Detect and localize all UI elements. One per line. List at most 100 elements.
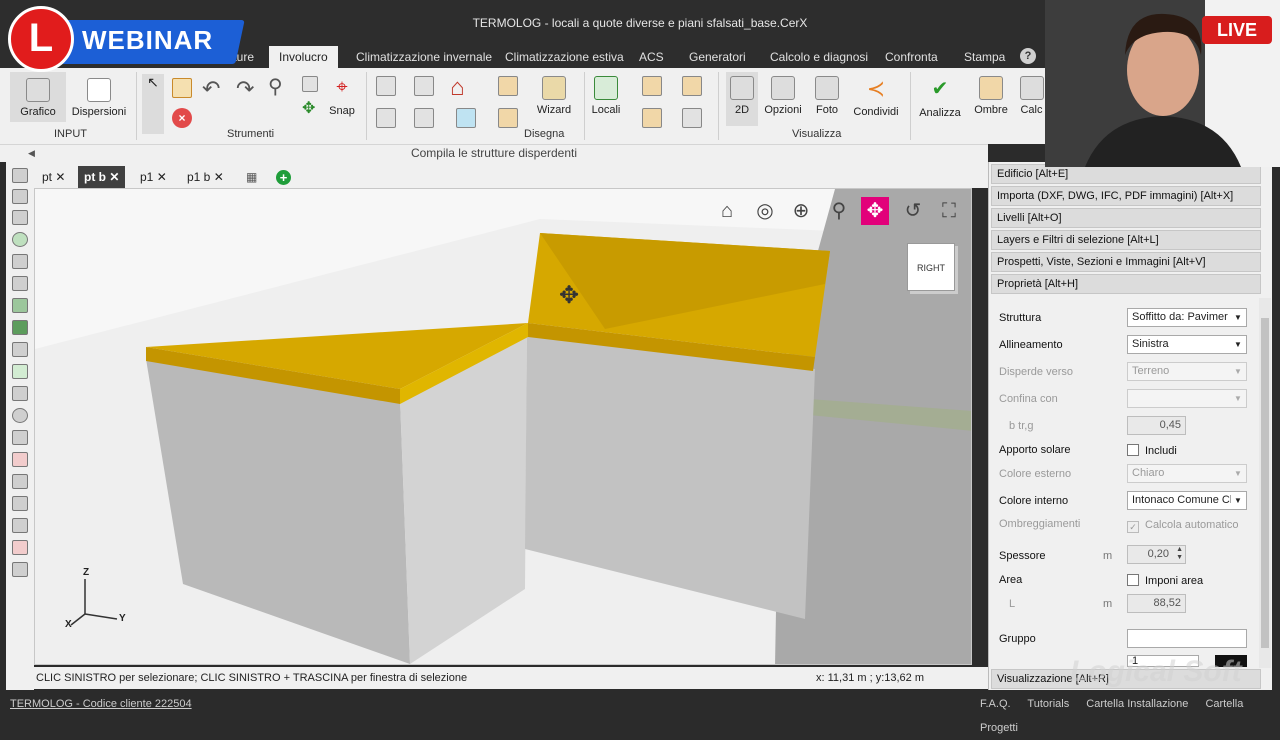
building-icon[interactable] <box>682 76 702 96</box>
move-icon[interactable]: ✥ <box>302 98 315 118</box>
zoom-extents-icon[interactable]: ⊕ <box>787 197 815 225</box>
spessore-field[interactable]: 0,20 ▲ ▼ <box>1127 545 1186 564</box>
add-tab-icon[interactable]: + <box>276 170 291 185</box>
pan-icon[interactable]: ✥ <box>861 197 889 225</box>
imponi-area-checkbox[interactable]: Imponi area <box>1127 574 1203 587</box>
tool-icon[interactable] <box>12 496 28 511</box>
opzioni-button[interactable]: Opzioni <box>762 76 804 124</box>
colore-interno-select[interactable]: Intonaco Comune Cl ▼ <box>1127 491 1247 510</box>
tab-climatizzazione-estiva[interactable]: Climatizzazione estiva <box>495 46 634 68</box>
select-pointer-button[interactable]: ↖ <box>142 74 164 134</box>
ombre-button[interactable]: Ombre <box>970 76 1012 124</box>
section-proprieta[interactable]: Proprietà [Alt+H] <box>991 274 1261 294</box>
client-code-link[interactable]: TERMOLOG - Codice cliente 222504 <box>10 692 192 716</box>
tab-climatizzazione-invernale[interactable]: Climatizzazione invernale <box>346 46 502 68</box>
close-icon[interactable]: ✕ <box>157 170 167 184</box>
view-tab-pt[interactable]: pt ✕ <box>36 166 71 188</box>
zoom-icon[interactable]: ⚲ <box>268 74 283 99</box>
btr-field[interactable]: 0,45 <box>1127 416 1186 435</box>
tab-generatori[interactable]: Generatori <box>679 46 756 68</box>
reset-view-icon[interactable]: ↺ <box>899 197 927 225</box>
tab-acs[interactable]: ACS <box>629 46 674 68</box>
tool-icon[interactable] <box>12 474 28 489</box>
section-livelli[interactable]: Livelli [Alt+O] <box>991 208 1261 228</box>
delete-icon[interactable]: × <box>172 108 192 128</box>
undo-icon[interactable]: ↶ <box>202 76 220 102</box>
analizza-button[interactable]: ✔ Analizza <box>916 76 964 124</box>
struttura-select[interactable]: Soffitto da: Pavimer ▼ <box>1127 308 1247 327</box>
2d-button[interactable]: 2D <box>726 72 758 126</box>
close-icon[interactable]: ✕ <box>109 170 119 184</box>
collapse-arrow-icon[interactable]: ◀ <box>28 145 35 162</box>
object-icon[interactable] <box>682 108 702 128</box>
tab-involucro[interactable]: Involucro <box>269 46 338 68</box>
tool-icon[interactable] <box>12 168 28 183</box>
tool-icon[interactable] <box>12 562 28 577</box>
installazione-link[interactable]: Cartella Installazione <box>1086 698 1188 710</box>
colore-esterno-select[interactable]: Chiaro ▼ <box>1127 464 1247 483</box>
spinner-icon[interactable]: ▲ ▼ <box>1176 546 1183 562</box>
3d-viewport[interactable]: ✥ ⌂ ◎ ⊕ ⚲ ✥ ↺ ⛶ RIGHT Z Y X <box>34 188 972 665</box>
zoom-window-icon[interactable] <box>302 76 318 92</box>
tool-icon[interactable] <box>12 540 28 555</box>
tool-icon[interactable] <box>12 518 28 533</box>
gruppo-input[interactable] <box>1127 629 1247 648</box>
orbit-icon[interactable]: ◎ <box>751 197 779 225</box>
grid-view-icon[interactable]: ▦ <box>240 166 263 188</box>
zoom-icon[interactable]: ⚲ <box>825 197 853 225</box>
tool-icon[interactable] <box>12 364 28 379</box>
tutorials-link[interactable]: Tutorials <box>1027 698 1069 710</box>
scrollbar-thumb[interactable] <box>1261 318 1269 648</box>
view-cube[interactable]: RIGHT <box>907 243 955 291</box>
tool-icon[interactable] <box>12 232 28 247</box>
close-icon[interactable]: ✕ <box>214 170 224 184</box>
view-tab-p1-b[interactable]: p1 b ✕ <box>181 166 230 188</box>
condividi-button[interactable]: ≺ Condividi <box>850 76 902 124</box>
grafico-button[interactable]: Grafico <box>10 72 66 122</box>
rotate-icon[interactable] <box>12 408 28 423</box>
window-icon[interactable] <box>456 108 476 128</box>
section-importa[interactable]: Importa (DXF, DWG, IFC, PDF immagini) [A… <box>991 186 1261 206</box>
roof-icon[interactable]: ⌂ <box>450 74 465 102</box>
help-icon[interactable]: ? <box>1020 48 1036 64</box>
corner-icon[interactable] <box>642 108 662 128</box>
ramp-icon[interactable] <box>498 108 518 128</box>
column-icon[interactable] <box>376 108 396 128</box>
wizard-button[interactable]: Wizard <box>534 76 574 124</box>
tool-icon[interactable] <box>12 254 28 269</box>
locali-button[interactable]: Locali <box>588 76 624 124</box>
door-icon[interactable] <box>414 108 434 128</box>
confina-con-select[interactable]: ▼ <box>1127 389 1247 408</box>
tab-stampa[interactable]: Stampa <box>954 46 1015 68</box>
scissors-icon[interactable] <box>12 342 28 357</box>
view-tab-pt-b[interactable]: pt b ✕ <box>78 166 126 188</box>
allineamento-select[interactable]: Sinistra ▼ <box>1127 335 1247 354</box>
pencil-icon[interactable] <box>172 78 192 98</box>
tool-icon[interactable] <box>12 276 28 291</box>
close-icon[interactable]: ✕ <box>55 170 65 184</box>
disperde-verso-select[interactable]: Terreno ▼ <box>1127 362 1247 381</box>
tool-icon[interactable] <box>12 430 28 445</box>
tool-icon[interactable] <box>12 386 28 401</box>
slab-icon[interactable] <box>498 76 518 96</box>
fullscreen-icon[interactable]: ⛶ <box>935 197 963 225</box>
tool-icon[interactable] <box>12 452 28 467</box>
tool-icon[interactable] <box>12 298 28 313</box>
tab-calcolo-e-diagnosi[interactable]: Calcolo e diagnosi <box>760 46 878 68</box>
section-layers[interactable]: Layers e Filtri di selezione [Alt+L] <box>991 230 1261 250</box>
redo-icon[interactable]: ↷ <box>236 76 254 102</box>
balcony-icon[interactable] <box>642 76 662 96</box>
snap-button[interactable]: ⌖ Snap <box>326 76 358 124</box>
home-icon[interactable]: ⌂ <box>713 197 741 225</box>
calc-button[interactable]: Calc <box>1018 76 1045 124</box>
l-field[interactable]: 88,52 <box>1127 594 1186 613</box>
faq-link[interactable]: F.A.Q. <box>980 698 1011 710</box>
dispersioni-button[interactable]: Dispersioni <box>70 72 128 122</box>
calcola-automatico-checkbox[interactable]: ✓ Calcola automatico <box>1127 519 1239 533</box>
foto-button[interactable]: Foto <box>810 76 844 124</box>
section-edificio[interactable]: Edificio [Alt+E] <box>991 164 1261 184</box>
includi-checkbox[interactable]: Includi <box>1127 444 1177 457</box>
tool-icon[interactable] <box>12 320 28 335</box>
panel-scrollbar[interactable] <box>1259 298 1271 668</box>
tab-confronta[interactable]: Confronta <box>875 46 948 68</box>
